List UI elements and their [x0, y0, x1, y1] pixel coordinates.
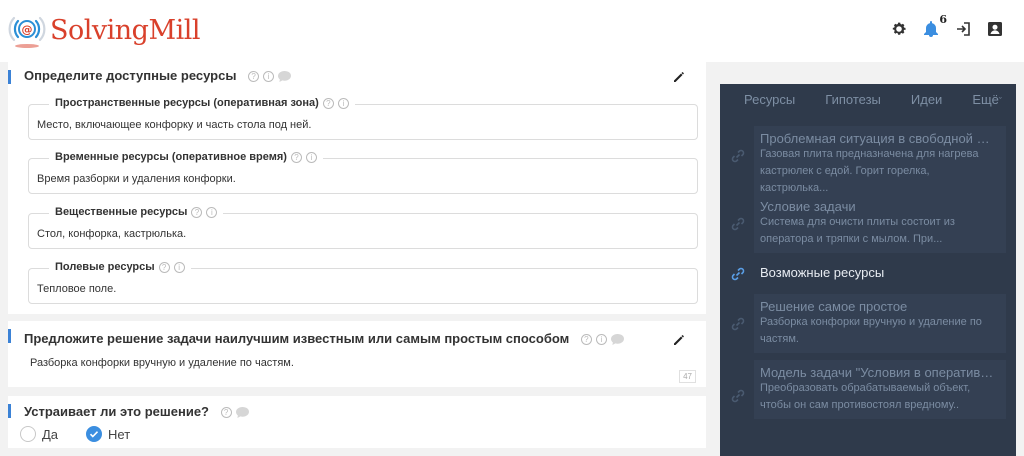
info-icon[interactable]: i [263, 71, 275, 83]
sidebar-item-condition[interactable]: Условие задачи Система для очисти плиты … [754, 194, 1006, 253]
check-icon [89, 431, 99, 438]
sidebar-item-text: Система для очисти плиты состоит из опер… [760, 216, 955, 245]
resource-group-value: Тепловое поле. [37, 283, 117, 295]
logo-mark-icon: @ [8, 16, 46, 48]
comment-icon[interactable] [610, 334, 624, 346]
help-icon[interactable]: ? [580, 334, 592, 346]
edit-icon[interactable] [672, 333, 686, 347]
sidebar-item-text: Разборка конфорки вручную и удаление по … [760, 316, 982, 345]
link-icon [731, 149, 745, 163]
sidebar-item-model[interactable]: Модель задачи "Условия в оперативной... … [754, 360, 1006, 419]
info-icon[interactable]: i [595, 334, 607, 346]
radio-yes[interactable] [20, 426, 36, 442]
help-icon[interactable]: ? [322, 97, 334, 109]
resource-group-material[interactable]: Вещественные ресурсы ? i Стол, конфорка,… [28, 206, 698, 249]
info-icon[interactable]: i [206, 206, 218, 218]
resource-group-value: Стол, конфорка, кастрюлька. [37, 228, 187, 240]
sidebar-item-title: Модель задачи "Условия в оперативной... [760, 365, 1000, 380]
info-icon[interactable]: i [305, 151, 317, 163]
card-accent-bar [8, 70, 11, 84]
logo[interactable]: @ SolvingMill [6, 10, 201, 50]
comment-icon[interactable] [235, 407, 249, 419]
sidebar-item-title: Проблемная ситуация в свободной фор... [760, 131, 1000, 146]
app-header: @ SolvingMill 6 [0, 0, 1024, 62]
sidebar-item-problem[interactable]: Проблемная ситуация в свободной фор... Г… [754, 126, 1006, 202]
tab-resources[interactable]: Ресурсы [744, 92, 795, 107]
help-icon[interactable]: ? [158, 261, 170, 273]
gear-icon[interactable] [890, 20, 908, 38]
tab-ideas[interactable]: Идеи [911, 92, 942, 107]
satisfy-title-text: Устраивает ли это решение? [24, 404, 209, 419]
sidebar-item-simple-solution[interactable]: Решение самое простое Разборка конфорки … [754, 294, 1006, 353]
resources-title-text: Определите доступные ресурсы [24, 68, 237, 83]
comment-icon[interactable] [278, 71, 292, 83]
satisfy-radio-group: Да Нет [20, 426, 152, 442]
logout-icon[interactable] [954, 20, 972, 38]
solution-answer-field[interactable]: Разборка конфорки вручную и удаление по … [20, 351, 700, 383]
header-toolbar: 6 [890, 13, 1004, 38]
resource-group-value: Время разборки и удаления конфорки. [37, 173, 236, 185]
solution-card-title: Предложите решение задачи наилучшим изве… [24, 331, 624, 346]
info-icon[interactable]: i [173, 261, 185, 273]
sidebar-item-text: Газовая плита предназначена для нагрева … [760, 148, 979, 194]
link-icon [731, 217, 745, 231]
solution-answer-text: Разборка конфорки вручную и удаление по … [30, 357, 294, 369]
resource-group-time[interactable]: Временные ресурсы (оперативное время) ? … [28, 151, 698, 194]
user-profile-icon[interactable] [986, 20, 1004, 38]
satisfy-card-title: Устраивает ли это решение? ? [24, 404, 249, 419]
sidebar-item-title: Возможные ресурсы [760, 265, 885, 280]
resource-group-field[interactable]: Полевые ресурсы ? i Тепловое поле. [28, 261, 698, 304]
help-icon[interactable]: ? [220, 407, 232, 419]
sidebar-tabs: Ресурсы Гипотезы Идеи Ещёˇ [744, 92, 1002, 107]
radio-yes-label[interactable]: Да [42, 427, 58, 442]
bell-icon[interactable]: 6 [922, 13, 947, 38]
info-icon[interactable]: i [337, 97, 349, 109]
link-icon [731, 389, 745, 403]
sidebar-item-resources[interactable]: Возможные ресурсы [754, 260, 1006, 285]
notification-badge: 6 [939, 13, 947, 26]
resource-group-value: Место, включающее конфорку и часть стола… [37, 119, 312, 131]
svg-text:@: @ [22, 23, 33, 36]
help-icon[interactable]: ? [191, 206, 203, 218]
resource-group-label: Временные ресурсы (оперативное время) ? … [49, 151, 323, 163]
satisfy-card: Устраивает ли это решение? ? Да Нет [8, 396, 706, 448]
radio-no[interactable] [86, 426, 103, 442]
help-icon[interactable]: ? [290, 151, 302, 163]
card-accent-bar [8, 329, 11, 343]
resource-group-spatial[interactable]: Пространственные ресурсы (оперативная зо… [28, 97, 698, 140]
link-icon [731, 267, 745, 281]
sidebar-item-title: Условие задачи [760, 199, 856, 214]
help-icon[interactable]: ? [248, 71, 260, 83]
resources-card: Определите доступные ресурсы ? i Простра… [8, 62, 706, 314]
tab-more[interactable]: Ещёˇ [972, 92, 1002, 107]
edit-icon[interactable] [672, 70, 686, 84]
card-accent-bar [8, 404, 11, 418]
solution-title-text: Предложите решение задачи наилучшим изве… [24, 331, 570, 346]
sidebar-item-text: Преобразовать обрабатываемый объект, что… [760, 382, 971, 411]
link-icon [731, 317, 745, 331]
resources-card-title: Определите доступные ресурсы ? i [24, 68, 292, 83]
sidebar-item-title: Решение самое простое [760, 299, 908, 314]
tab-hypotheses[interactable]: Гипотезы [825, 92, 881, 107]
resource-group-label: Пространственные ресурсы (оперативная зо… [49, 97, 355, 109]
resource-group-label: Полевые ресурсы ? i [49, 261, 191, 273]
radio-no-label[interactable]: Нет [108, 427, 130, 442]
char-counter: 47 [679, 370, 696, 383]
context-sidebar: Ресурсы Гипотезы Идеи Ещёˇ Проблемная си… [720, 84, 1016, 456]
resource-group-label: Вещественные ресурсы ? i [49, 206, 224, 218]
logo-text: SolvingMill [50, 14, 201, 46]
solution-card: Предложите решение задачи наилучшим изве… [8, 321, 706, 387]
